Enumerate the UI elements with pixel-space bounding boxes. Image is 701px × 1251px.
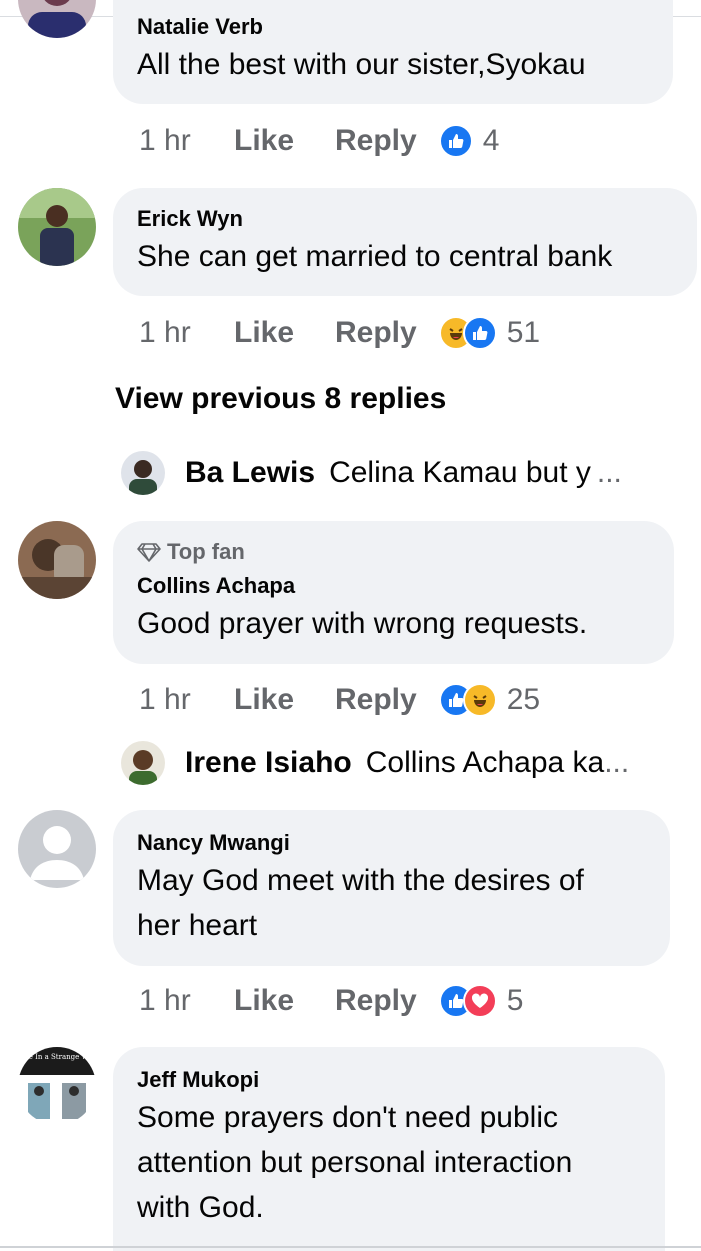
- reply-ellipsis: ...: [604, 746, 630, 779]
- comment-bubble: Nancy Mwangi May God meet with the desir…: [113, 810, 670, 966]
- love-icon: [462, 984, 497, 1018]
- like-button[interactable]: Like: [234, 316, 335, 350]
- comment-bubble: Top fan Collins Achapa Good prayer with …: [113, 521, 674, 664]
- comment-actions: 1 hr Like Reply 25: [139, 680, 540, 720]
- avatar[interactable]: e Live In a Strange World: [18, 1047, 96, 1125]
- comment-actions: 1 hr Like Reply 5: [139, 981, 523, 1021]
- like-icon: [462, 316, 497, 350]
- reply-author[interactable]: Irene Isiaho: [185, 746, 352, 780]
- reply-text: Celina Kamau but y: [329, 456, 591, 489]
- avatar[interactable]: [121, 451, 165, 495]
- reactions-summary[interactable]: 51: [438, 316, 541, 350]
- like-button[interactable]: Like: [234, 124, 335, 158]
- comment-time[interactable]: 1 hr: [139, 683, 234, 717]
- comment-text-line: her heart: [137, 909, 258, 942]
- comment-actions: 1 hr Like Reply 4: [139, 121, 499, 161]
- reactions-summary[interactable]: 4: [438, 124, 500, 158]
- comment-time[interactable]: 1 hr: [139, 984, 234, 1018]
- comment-author[interactable]: Erick Wyn: [137, 206, 673, 232]
- comment-text-line: May God meet with the desires of: [137, 864, 584, 897]
- reply-button[interactable]: Reply: [335, 984, 417, 1018]
- comment-text: Good prayer with wrong requests.: [137, 607, 588, 640]
- reply-author[interactable]: Ba Lewis: [185, 456, 315, 490]
- reply-text: Collins Achapa ka: [365, 746, 605, 779]
- bottom-divider: [0, 1246, 701, 1248]
- avatar-caption: e Live In a Strange World: [18, 1053, 96, 1061]
- comment-text-line: attention but personal interaction: [137, 1146, 573, 1179]
- haha-icon: [462, 683, 497, 717]
- comment-time[interactable]: 1 hr: [139, 316, 234, 350]
- comment-text-line: Some prayers don't need public: [137, 1101, 558, 1134]
- avatar[interactable]: [18, 521, 96, 599]
- reaction-count: 4: [482, 124, 500, 157]
- reply-preview[interactable]: Irene Isiaho Collins Achapa ka ...: [121, 740, 629, 786]
- top-fan-label: Top fan: [167, 539, 245, 564]
- view-previous-replies-link[interactable]: View previous 8 replies: [115, 382, 446, 416]
- reaction-count: 51: [506, 316, 541, 349]
- comment-author[interactable]: Collins Achapa: [137, 573, 650, 599]
- top-fan-badge: Top fan: [137, 539, 650, 565]
- reactions-summary[interactable]: 25: [438, 683, 541, 717]
- comment-text: She can get married to central bank: [137, 240, 613, 273]
- avatar[interactable]: [18, 188, 96, 266]
- comment-bubble: Jeff Mukopi Some prayers don't need publ…: [113, 1047, 665, 1251]
- like-button[interactable]: Like: [234, 984, 335, 1018]
- reaction-count: 25: [506, 683, 541, 716]
- comment-text-line: with God.: [137, 1191, 264, 1224]
- reply-ellipsis: ...: [596, 456, 622, 489]
- comment-bubble: Erick Wyn She can get married to central…: [113, 188, 697, 296]
- reaction-count: 5: [506, 984, 524, 1017]
- avatar[interactable]: [18, 0, 96, 38]
- reply-button[interactable]: Reply: [335, 124, 417, 158]
- comment-author[interactable]: Jeff Mukopi: [137, 1067, 641, 1093]
- comment-actions: 1 hr Like Reply 51: [139, 313, 540, 353]
- avatar[interactable]: [121, 741, 165, 785]
- reply-button[interactable]: Reply: [335, 316, 417, 350]
- reply-preview[interactable]: Ba Lewis Celina Kamau but y ...: [121, 450, 622, 496]
- like-button[interactable]: Like: [234, 683, 335, 717]
- comment-time[interactable]: 1 hr: [139, 124, 234, 158]
- comment-author[interactable]: Nancy Mwangi: [137, 830, 646, 856]
- like-icon: [438, 124, 473, 158]
- diamond-icon: [137, 543, 161, 562]
- avatar[interactable]: [18, 810, 96, 888]
- comment-bubble: Natalie Verb All the best with our siste…: [113, 0, 673, 104]
- comment-text: All the best with our sister,Syokau: [137, 48, 586, 81]
- reactions-summary[interactable]: 5: [438, 984, 524, 1018]
- reply-button[interactable]: Reply: [335, 683, 417, 717]
- comment-author[interactable]: Natalie Verb: [137, 14, 649, 40]
